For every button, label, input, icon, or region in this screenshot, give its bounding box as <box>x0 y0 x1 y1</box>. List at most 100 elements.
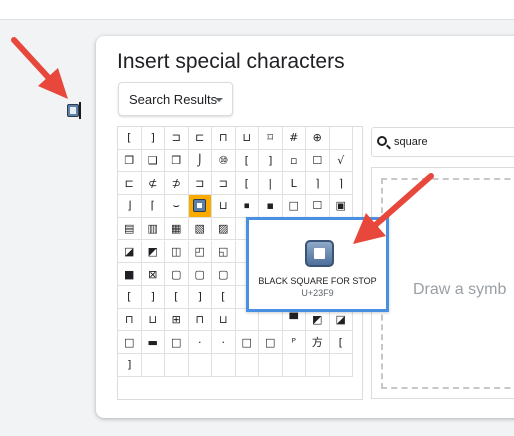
search-box[interactable] <box>371 127 514 157</box>
character-cell[interactable]: ⌉ <box>306 172 330 196</box>
character-cell[interactable]: ⌈ <box>141 195 165 218</box>
character-cell[interactable]: ] <box>259 149 283 173</box>
character-cell[interactable]: ▥ <box>141 217 165 241</box>
character-cell[interactable]: ▣ <box>329 195 353 218</box>
character-glyph: [ <box>174 290 179 304</box>
character-cell[interactable]: ▨ <box>212 217 236 241</box>
character-cell[interactable] <box>141 354 165 377</box>
character-cell[interactable] <box>235 354 259 377</box>
character-cell[interactable]: ▢ <box>165 263 189 286</box>
character-cell[interactable]: ⊓ <box>212 127 236 150</box>
character-glyph: ⌑ <box>267 131 274 145</box>
character-cell[interactable]: ▪ <box>259 195 283 218</box>
character-cell[interactable]: [ <box>212 285 236 309</box>
character-cell[interactable]: ⊏ <box>118 172 142 196</box>
character-cell[interactable]: ◱ <box>212 240 236 264</box>
character-cell[interactable]: ◫ <box>165 240 189 264</box>
character-cell[interactable]: ▤ <box>118 217 142 241</box>
character-cell[interactable]: □ <box>165 331 189 354</box>
character-cell[interactable]: ⑩ <box>212 149 236 173</box>
character-cell[interactable]: ] <box>118 354 142 377</box>
character-cell[interactable]: ⊓ <box>118 308 142 332</box>
character-cell[interactable]: √ <box>329 149 353 173</box>
document-top-edge <box>0 0 514 20</box>
character-cell[interactable]: ☐ <box>306 149 330 173</box>
character-cell[interactable] <box>212 354 236 377</box>
character-cell[interactable]: ⊓ <box>188 308 212 332</box>
character-cell[interactable]: ▢ <box>212 263 236 286</box>
character-cell[interactable]: □ <box>259 331 283 354</box>
character-glyph: ⏹ <box>244 199 250 213</box>
character-cell[interactable]: ] <box>141 127 165 150</box>
character-cell[interactable] <box>306 354 330 377</box>
character-cell[interactable] <box>329 354 353 377</box>
character-cell[interactable]: · <box>188 331 212 354</box>
character-cell[interactable]: ⊏ <box>188 127 212 150</box>
character-cell[interactable]: ⌉ <box>329 172 353 196</box>
character-cell[interactable]: ⊔ <box>212 308 236 332</box>
character-cell[interactable]: ⌑ <box>259 127 283 150</box>
character-cell[interactable]: [ <box>235 149 259 173</box>
character-cell[interactable]: # <box>282 127 306 150</box>
character-cell[interactable]: ▬ <box>141 331 165 354</box>
character-cell[interactable]: ⊅ <box>165 172 189 196</box>
character-cell[interactable]: [ <box>118 127 142 150</box>
character-cell[interactable]: ⊄ <box>141 172 165 196</box>
character-cell[interactable]: ⏹ <box>235 195 259 218</box>
character-cell[interactable]: □ <box>282 195 306 218</box>
character-cell[interactable]: ⊐ <box>188 172 212 196</box>
character-cell[interactable]: ◩ <box>141 240 165 264</box>
category-select[interactable]: Search Results <box>118 82 233 116</box>
character-glyph: [ <box>221 290 226 304</box>
character-cell[interactable]: ❑ <box>141 149 165 173</box>
character-cell[interactable] <box>188 354 212 377</box>
character-cell[interactable]: [ <box>165 285 189 309</box>
character-cell[interactable]: ▫ <box>282 149 306 173</box>
character-cell[interactable]: ⊔ <box>235 127 259 150</box>
character-glyph: ] <box>127 358 132 372</box>
character-cell[interactable]: ▧ <box>188 217 212 241</box>
character-cell[interactable]: ⊕ <box>306 127 330 150</box>
character-cell[interactable]: ❒ <box>165 149 189 173</box>
character-cell[interactable]: ⊔ <box>141 308 165 332</box>
character-cell[interactable]: □ <box>235 331 259 354</box>
character-cell[interactable]: L <box>282 172 306 196</box>
character-cell[interactable]: ⌋ <box>118 195 142 218</box>
character-cell[interactable] <box>282 354 306 377</box>
character-cell[interactable]: | <box>259 172 283 196</box>
character-cell[interactable]: ⊔ <box>212 195 236 218</box>
character-cell[interactable]: ◰ <box>188 240 212 264</box>
character-cell[interactable] <box>329 127 353 150</box>
character-glyph: ⌈ <box>150 199 155 213</box>
character-cell[interactable]: ⌣ <box>165 195 189 218</box>
character-cell[interactable]: 方 <box>306 331 330 354</box>
draw-panel: Draw a symb <box>371 167 514 399</box>
character-cell[interactable]: ❐ <box>118 149 142 173</box>
character-cell[interactable]: ■ <box>118 263 142 286</box>
character-cell[interactable]: ⊐ <box>212 172 236 196</box>
selected-character-cell[interactable] <box>188 195 212 218</box>
character-cell[interactable]: □ <box>118 331 142 354</box>
character-cell[interactable]: ⌡ <box>188 149 212 173</box>
character-cell[interactable]: [ <box>235 172 259 196</box>
draw-area[interactable]: Draw a symb <box>381 178 514 389</box>
character-glyph: | <box>268 176 273 190</box>
character-cell[interactable]: ▢ <box>188 263 212 286</box>
character-cell[interactable]: ⊐ <box>165 127 189 150</box>
character-cell[interactable]: ◪ <box>118 240 142 264</box>
character-cell[interactable]: ] <box>141 285 165 309</box>
character-glyph: ▢ <box>171 267 182 281</box>
search-input[interactable] <box>394 134 514 150</box>
character-cell[interactable]: · <box>212 331 236 354</box>
character-cell[interactable]: ☐ <box>306 195 330 218</box>
character-cell[interactable]: ▦ <box>165 217 189 241</box>
character-cell[interactable] <box>165 354 189 377</box>
character-glyph: ] <box>197 290 202 304</box>
character-cell[interactable]: ⊠ <box>141 263 165 286</box>
character-cell[interactable] <box>259 354 283 377</box>
character-cell[interactable]: [ <box>118 285 142 309</box>
character-cell[interactable]: ] <box>188 285 212 309</box>
character-cell[interactable]: ᴾ <box>282 331 306 354</box>
character-cell[interactable]: [ <box>329 331 353 354</box>
character-cell[interactable]: ⊞ <box>165 308 189 332</box>
